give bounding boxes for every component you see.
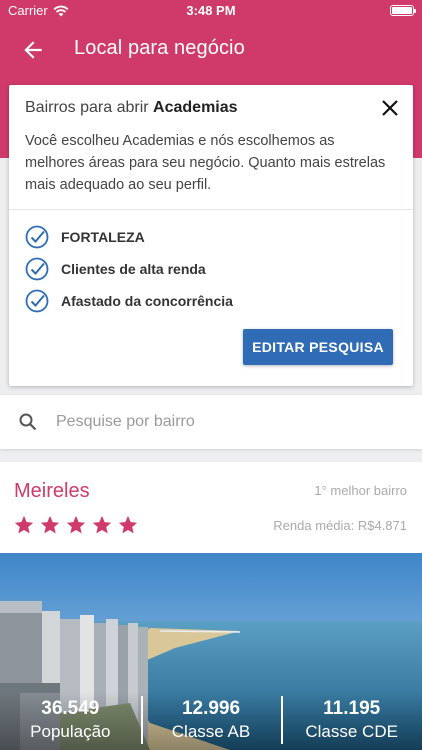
criteria-item: Afastado da concorrência [25,285,233,317]
page-title: Local para negócio [74,37,245,59]
stat-label: Classe CDE [305,722,398,741]
stat-class-ab: 12.996 Classe AB [140,692,282,750]
stat-value: 36.549 [41,698,100,719]
star-icon [66,515,86,534]
divider [9,209,413,210]
stat-class-cde: 11.195 Classe CDE [281,692,422,750]
close-icon[interactable] [381,99,399,117]
star-icon [92,515,112,534]
neighborhood-card[interactable]: Meireles 1° melhor bairro Renda média: R… [0,462,422,553]
criteria-label: Afastado da concorrência [61,293,233,309]
info-card: Bairros para abrir Academias Você escolh… [9,85,413,386]
criteria-label: Clientes de alta renda [61,261,206,277]
check-circle-icon [25,257,49,281]
stat-value: 11.195 [323,698,381,719]
star-rating [13,514,139,536]
neighborhood-photo: 36.549 População 12.996 Classe AB 11.195… [0,553,422,750]
rank-label: 1° melhor bairro [314,483,407,498]
check-circle-icon [25,225,49,249]
stat-population: 36.549 População [0,692,141,750]
criteria-list: FORTALEZA Clientes de alta renda Afastad… [25,221,233,317]
stat-label: População [30,722,111,741]
stat-value: 12.996 [181,698,241,719]
star-icon [40,515,60,534]
clock: 3:48 PM [186,3,236,18]
stats-bar: 36.549 População 12.996 Classe AB 11.195… [0,692,422,750]
star-icon [14,515,34,534]
back-arrow-icon[interactable] [20,37,46,63]
search-bar [0,395,422,449]
business-type: Academias [153,99,238,116]
edit-search-button[interactable]: EDITAR PESQUISA [243,329,393,365]
search-input[interactable] [56,407,396,437]
average-income: Renda média: R$4.871 [273,518,407,533]
card-heading: Bairros para abrir Academias [25,99,238,117]
card-heading-prefix: Bairros para abrir [25,99,154,116]
criteria-label: FORTALEZA [61,229,145,245]
criteria-item: FORTALEZA [25,221,233,253]
neighborhood-name: Meireles [14,480,90,502]
search-icon [19,413,37,431]
status-bar: Carrier 3:48 PM [0,0,422,22]
star-icon [118,515,138,534]
card-description: Você escolheu Academias e nós escolhemos… [25,133,386,193]
battery-icon [390,5,416,16]
stat-label: Classe AB [171,722,251,741]
check-circle-icon [25,289,49,313]
criteria-item: Clientes de alta renda [25,253,233,285]
